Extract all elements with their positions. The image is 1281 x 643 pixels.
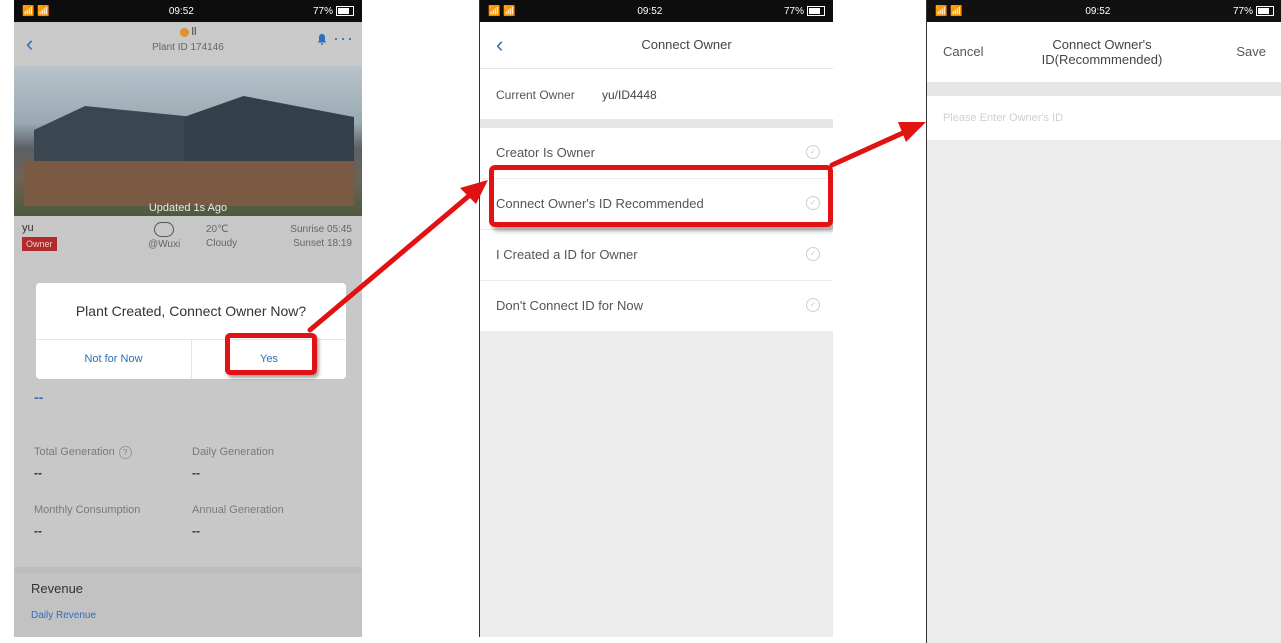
owner-badge: Owner (22, 237, 57, 251)
photo-updated-text: Updated 1s Ago (148, 202, 228, 214)
bell-icon[interactable] (316, 33, 328, 45)
plant-header: ‹ ll Plant ID 174146 ··· (14, 22, 362, 66)
total-generation-value: -- (34, 466, 42, 480)
sunset-time: Sunset 18:19 (293, 238, 352, 249)
not-for-now-button[interactable]: Not for Now (36, 339, 191, 379)
dialog-message: Plant Created, Connect Owner Now? (75, 303, 307, 319)
plant-id: Plant ID 174146 (152, 42, 224, 53)
daily-revenue-tab[interactable]: Daily Revenue (31, 610, 96, 621)
option-dont-connect-id[interactable]: Don't Connect ID for Now ✓ (480, 281, 833, 332)
phone-screen-plant-detail: 📶 📶 09:52 77% ‹ ll Plant ID 174146 ··· U… (14, 0, 362, 637)
total-generation-label: Total Generation? (34, 446, 132, 459)
revenue-title: Revenue (31, 581, 84, 596)
status-time: 09:52 (168, 5, 194, 17)
sunrise-time: Sunrise 05:45 (290, 224, 352, 235)
option-label: Don't Connect ID for Now (496, 298, 643, 313)
daily-generation-label: Daily Generation (192, 446, 274, 458)
annual-generation-label: Annual Generation (192, 504, 284, 516)
signal-icon: 📶 📶 (488, 5, 516, 17)
battery-indicator: 77% (784, 6, 825, 17)
page-title: Connect Owner (641, 37, 732, 52)
plant-title: ll (14, 26, 362, 38)
plant-photo: Updated 1s Ago (14, 66, 362, 216)
status-time: 09:52 (1085, 5, 1111, 17)
plant-info-bar: yu Owner @Wuxi 20℃ Cloudy Sunrise 05:45 … (14, 216, 362, 271)
phone-screen-enter-owner-id: 📶 📶 09:52 77% Cancel Connect Owner's ID(… (926, 0, 1281, 643)
current-power-value: -- (34, 389, 44, 405)
more-options-icon[interactable]: ··· (333, 28, 354, 49)
check-circle-icon: ✓ (806, 247, 820, 261)
current-owner-row: Current Owner yu/ID4448 (480, 69, 833, 119)
status-bar: 📶 📶 09:52 77% (927, 0, 1281, 22)
owner-id-input[interactable] (927, 96, 1281, 140)
weather-temperature: 20℃ (206, 224, 229, 235)
cancel-button[interactable]: Cancel (943, 44, 983, 59)
monthly-consumption-label: Monthly Consumption (34, 504, 141, 516)
phone-screen-connect-owner: 📶 📶 09:52 77% ‹ Connect Owner Current Ow… (479, 0, 833, 637)
option-created-id-for-owner[interactable]: I Created a ID for Owner ✓ (480, 230, 833, 281)
check-circle-icon: ✓ (806, 145, 820, 159)
revenue-section: Revenue Daily Revenue (14, 567, 362, 637)
arrow-connect-owner-to-enter-id (829, 122, 926, 168)
plant-status-icon (179, 27, 189, 37)
battery-indicator: 77% (313, 6, 354, 17)
current-owner-label: Current Owner (496, 88, 575, 102)
battery-icon (806, 5, 825, 16)
save-button[interactable]: Save (1236, 44, 1266, 59)
status-time: 09:52 (637, 5, 663, 17)
highlight-box-yes (225, 333, 317, 375)
page-title: Connect Owner's ID(Recommmended) (1017, 37, 1187, 67)
battery-icon (335, 5, 354, 16)
status-bar: 📶 📶 09:52 77% (14, 0, 362, 22)
page-title-line1: Connect Owner's (1052, 37, 1152, 52)
annual-generation-value: -- (192, 524, 200, 538)
battery-indicator: 77% (1233, 6, 1274, 17)
current-owner-value: yu/ID4448 (602, 88, 657, 102)
nav-bar: Cancel Connect Owner's ID(Recommmended) … (927, 22, 1281, 82)
monthly-consumption-value: -- (34, 524, 42, 538)
signal-icon: 📶 📶 (22, 5, 50, 17)
weather-location: @Wuxi (148, 239, 181, 250)
owner-name: yu (22, 222, 34, 234)
weather-condition: Cloudy (206, 238, 238, 249)
check-circle-icon: ✓ (806, 298, 820, 312)
battery-icon (1255, 5, 1274, 16)
cloud-icon (154, 222, 174, 237)
daily-generation-value: -- (192, 466, 200, 480)
page-title-line2: ID(Recommmended) (1041, 52, 1163, 67)
highlight-box-connect-owner-id (489, 165, 833, 227)
help-icon[interactable]: ? (118, 446, 132, 459)
status-bar: 📶 📶 09:52 77% (480, 0, 833, 22)
option-label: I Created a ID for Owner (496, 247, 638, 262)
nav-bar: ‹ Connect Owner (480, 22, 833, 69)
option-label: Creator Is Owner (496, 145, 595, 160)
signal-icon: 📶 📶 (935, 5, 963, 17)
